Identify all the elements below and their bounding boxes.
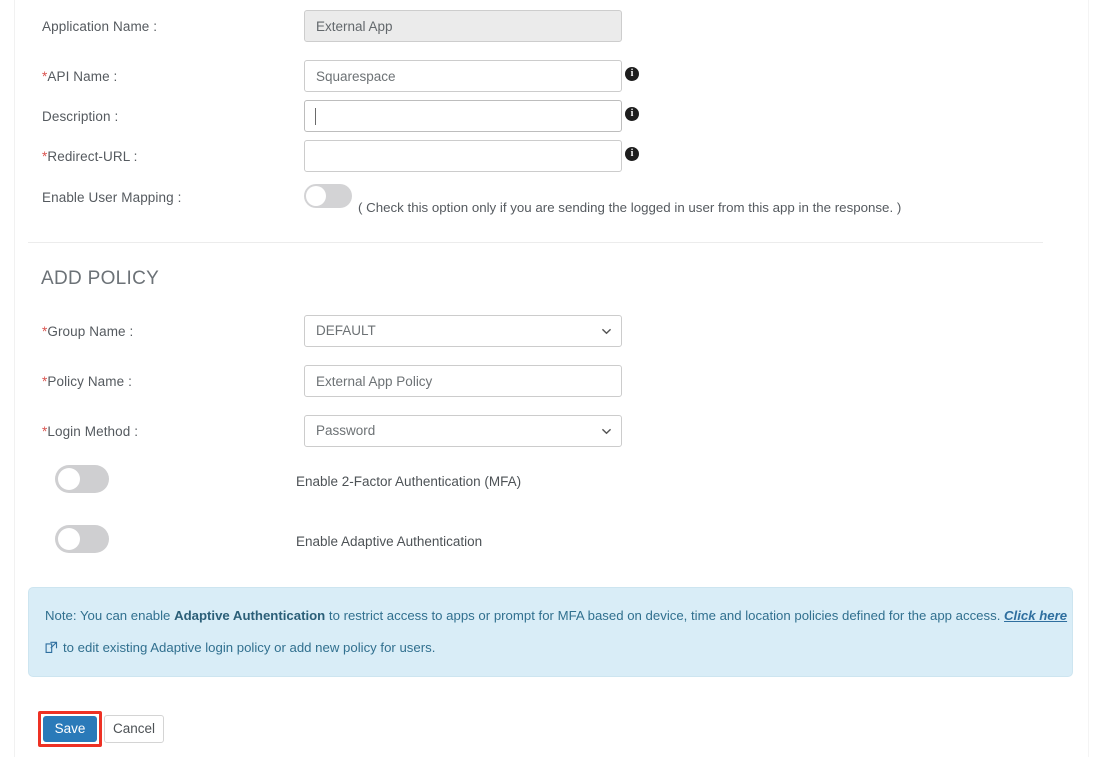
label-enable-user-mapping: Enable User Mapping : bbox=[42, 190, 182, 205]
group-name-select-wrap: DEFAULT bbox=[304, 315, 622, 347]
label-redirect-url: *Redirect-URL : bbox=[42, 149, 138, 164]
api-name-input[interactable] bbox=[304, 60, 622, 92]
label-application-name: Application Name : bbox=[42, 19, 158, 34]
description-input[interactable] bbox=[304, 100, 622, 132]
enable-user-mapping-toggle[interactable] bbox=[304, 184, 352, 208]
policy-name-input[interactable] bbox=[304, 365, 622, 397]
label-description: Description : bbox=[42, 109, 119, 124]
enable-adaptive-auth-label: Enable Adaptive Authentication bbox=[296, 534, 483, 549]
info-icon-redirect-url[interactable]: i bbox=[625, 147, 639, 161]
toggle-knob bbox=[306, 186, 326, 206]
row-login-method: *Login Method : Password bbox=[0, 415, 1103, 449]
group-name-select[interactable]: DEFAULT bbox=[304, 315, 622, 347]
adaptive-auth-note: Note: You can enable Adaptive Authentica… bbox=[28, 587, 1073, 677]
label-policy-name: *Policy Name : bbox=[42, 374, 132, 389]
external-link-icon[interactable] bbox=[45, 641, 58, 654]
note-prefix: Note: You can enable bbox=[45, 608, 175, 623]
toggle-knob bbox=[58, 528, 80, 550]
application-name-input bbox=[304, 10, 622, 42]
login-method-select-wrap: Password bbox=[304, 415, 622, 447]
note-line2-text: to edit existing Adaptive login policy o… bbox=[63, 640, 436, 655]
login-method-select[interactable]: Password bbox=[304, 415, 622, 447]
label-api-name: *API Name : bbox=[42, 69, 118, 84]
redirect-url-input[interactable] bbox=[304, 140, 622, 172]
enable-mfa-toggle[interactable] bbox=[55, 465, 109, 493]
toggle-knob bbox=[58, 468, 80, 490]
note-mid: to restrict access to apps or prompt for… bbox=[325, 608, 1005, 623]
row-policy-name: *Policy Name : bbox=[0, 365, 1103, 399]
click-here-link[interactable]: Click here bbox=[1004, 608, 1067, 623]
label-login-method: *Login Method : bbox=[42, 424, 139, 439]
note-line-1: Note: You can enable Adaptive Authentica… bbox=[45, 608, 1067, 623]
row-application-name: Application Name : bbox=[0, 10, 1103, 44]
info-icon-api-name[interactable]: i bbox=[625, 67, 639, 81]
section-divider bbox=[28, 242, 1043, 243]
info-icon-description[interactable]: i bbox=[625, 107, 639, 121]
row-group-name: *Group Name : DEFAULT bbox=[0, 315, 1103, 349]
label-group-name: *Group Name : bbox=[42, 324, 134, 339]
enable-mfa-label: Enable 2-Factor Authentication (MFA) bbox=[296, 474, 522, 489]
row-enable-user-mapping: Enable User Mapping : ( Check this optio… bbox=[0, 181, 1103, 215]
text-cursor bbox=[315, 108, 316, 125]
row-description: Description : i bbox=[0, 100, 1103, 134]
note-line-2: to edit existing Adaptive login policy o… bbox=[45, 640, 435, 655]
add-policy-heading: ADD POLICY bbox=[41, 268, 160, 289]
enable-adaptive-auth-toggle[interactable] bbox=[55, 525, 109, 553]
note-bold-term: Adaptive Authentication bbox=[174, 608, 326, 623]
application-settings-page: Application Name : *API Name : i Descrip… bbox=[0, 0, 1103, 757]
user-mapping-hint: ( Check this option only if you are send… bbox=[358, 200, 902, 215]
cancel-button[interactable]: Cancel bbox=[104, 715, 164, 743]
save-button[interactable]: Save bbox=[43, 716, 97, 742]
row-redirect-url: *Redirect-URL : i bbox=[0, 140, 1103, 174]
row-api-name: *API Name : i bbox=[0, 60, 1103, 94]
